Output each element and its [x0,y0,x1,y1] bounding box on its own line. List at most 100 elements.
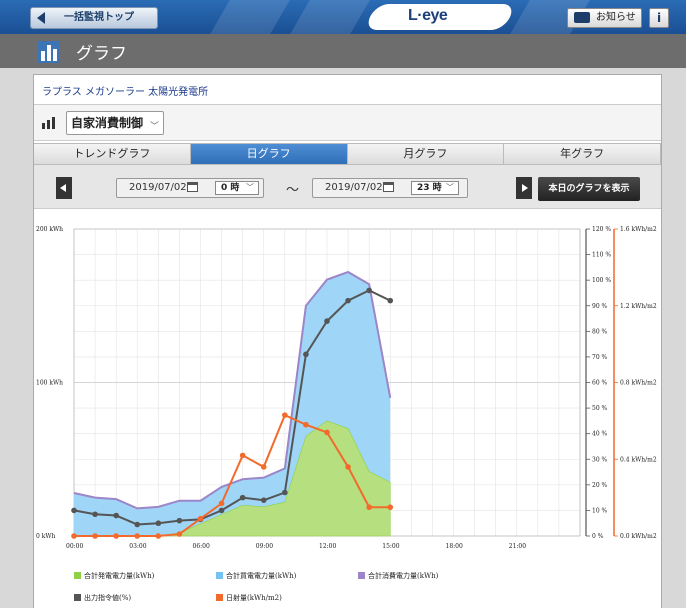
irradiance-point [303,421,309,428]
irradiance-point [324,429,330,436]
irradiance-point [92,533,98,539]
header-stripe [210,0,290,34]
percent-axis-tick-label: 0 % [592,533,604,540]
next-day-button[interactable] [516,177,532,199]
chevron-down-icon: ﹀ [246,183,254,192]
output-command-point [239,494,246,501]
start-date-field[interactable]: 2019/07/02 [129,182,187,193]
percent-axis-tick-label: 60 % [592,380,608,387]
x-axis-tick-label: 12:00 [319,543,336,550]
info-icon: i [656,11,662,25]
legend-swatch [358,572,365,579]
title-row: グラフ [0,34,686,68]
top-bar: 一括監視トップ L·eye お知らせ i [0,0,686,34]
daily-energy-chart: 200 kWh 100 kWh 0 kWh 120 % 110 % 100 % 90 % 80… [36,226,657,550]
tab-yearly[interactable]: 年グラフ [504,143,661,165]
show-today-button[interactable]: 本日のグラフを表示 [538,177,640,201]
x-axis-tick-label: 18:00 [446,543,463,550]
x-axis-tick-label: 21:00 [509,543,526,550]
legend-swatch [74,594,81,601]
irradiance-point [176,531,183,537]
tab-monthly[interactable]: 月グラフ [347,143,505,165]
chart-legend: 合計発電電力量(kWh) 合計買電電力量(kWh) 合計消費電力量(kWh) 出… [34,565,661,608]
left-axis-tick-label: 0 kWh [36,533,56,540]
percent-axis-tick-label: 80 % [592,328,608,335]
chat-icon [574,12,590,23]
back-arrow-icon [37,12,45,24]
end-date-group: 2019/07/02 23 時 ﹀ [312,178,468,198]
output-command-point [218,507,225,514]
plant-bar: ラプラス メガソーラー 太陽光発電所 [34,75,661,105]
period-tabs: トレンドグラフ 日グラフ 月グラフ 年グラフ [34,143,661,165]
percent-axis-tick-label: 90 % [592,303,608,310]
left-axis-tick-label: 100 kWh [36,380,63,387]
percent-axis-tick-label: 50 % [592,405,608,412]
legend-label: 出力指令値(%) [84,594,132,602]
x-axis-tick-label: 15:00 [382,543,399,550]
calendar-icon[interactable] [187,182,198,192]
irradiance-axis-tick-label: 0.4 kWh/m2 [620,456,657,463]
percent-axis-tick-label: 70 % [592,354,608,361]
output-command-point [260,497,267,503]
irradiance-axis-tick-label: 0.8 kWh/m2 [620,380,657,387]
notice-button[interactable]: お知らせ [567,8,642,28]
x-axis-tick-label: 00:00 [66,543,83,550]
percent-axis-tick-label: 40 % [592,431,608,438]
irradiance-point [71,533,77,539]
info-button[interactable]: i [649,8,669,28]
percent-axis-tick-label: 110 % [592,252,611,259]
legend-label: 日射量(kWh/m2) [226,594,282,602]
legend-label: 合計発電電力量(kWh) [84,572,155,580]
chevron-down-icon: ﹀ [150,122,160,132]
header-stripe [290,0,370,34]
legend-item-generation: 合計発電電力量(kWh) [74,571,154,581]
irradiance-point [239,452,246,459]
output-command-point [282,489,288,496]
legend-label: 合計買電電力量(kWh) [226,572,297,580]
irradiance-point [387,504,394,511]
irradiance-axis-tick-label: 0.0 kWh/m2 [620,533,657,540]
start-date-group: 2019/07/02 0 時 ﹀ [116,178,264,198]
date-range-bar: 2019/07/02 0 時 ﹀ ～ 2019/07/02 23 時 ﹀ 本日の… [34,165,661,209]
tab-daily[interactable]: 日グラフ [190,143,348,165]
irradiance-axis-tick-label: 1.2 kWh/m2 [620,303,657,310]
back-to-top-button[interactable]: 一括監視トップ [30,7,158,29]
legend-swatch [74,572,81,579]
percent-axis-tick-label: 30 % [592,456,608,463]
legend-item-irradiance: 日射量(kWh/m2) [216,593,282,603]
irradiance-axis-tick-label: 1.6 kWh/m2 [620,226,657,233]
irradiance-point [113,533,119,539]
legend-item-output-command: 出力指令値(%) [74,593,131,603]
output-command-point [366,287,372,294]
end-hour-value: 23 時 [417,183,442,193]
selector-row: 自家消費制御 ﹀ [34,105,661,141]
x-axis-tick-label: 06:00 [193,543,210,550]
end-hour-select[interactable]: 23 時 ﹀ [411,181,459,195]
graph-icon [38,41,60,63]
chevron-down-icon: ﹀ [446,183,454,192]
plant-name: ラプラス メガソーラー 太陽光発電所 [42,87,209,98]
bar-chart-icon [42,117,55,129]
graph-panel: ラプラス メガソーラー 太陽光発電所 自家消費制御 ﹀ トレンドグラフ 日グラフ… [33,74,662,608]
irradiance-point [282,412,288,418]
calendar-icon[interactable] [383,182,394,192]
legend-item-purchase: 合計買電電力量(kWh) [216,571,296,581]
graph-type-value: 自家消費制御 [71,116,144,130]
range-separator: ～ [286,183,300,198]
percent-axis-tick-label: 20 % [592,482,608,489]
tab-trend[interactable]: トレンドグラフ [34,143,191,165]
graph-type-dropdown[interactable]: 自家消費制御 ﹀ [66,111,165,135]
start-hour-select[interactable]: 0 時 ﹀ [215,181,259,195]
irradiance-point [218,500,225,507]
legend-item-consumption: 合計消費電力量(kWh) [358,571,438,581]
output-command-point [134,521,141,528]
output-command-point [324,318,330,324]
previous-day-button[interactable] [56,177,72,199]
app-logo: L·eye [408,7,448,24]
page-title: グラフ [76,44,127,64]
end-date-field[interactable]: 2019/07/02 [325,182,383,193]
output-command-point [303,351,309,358]
x-axis-tick-label: 03:00 [129,543,146,550]
left-axis-tick-label: 200 kWh [36,226,63,233]
legend-label: 合計消費電力量(kWh) [368,572,439,580]
